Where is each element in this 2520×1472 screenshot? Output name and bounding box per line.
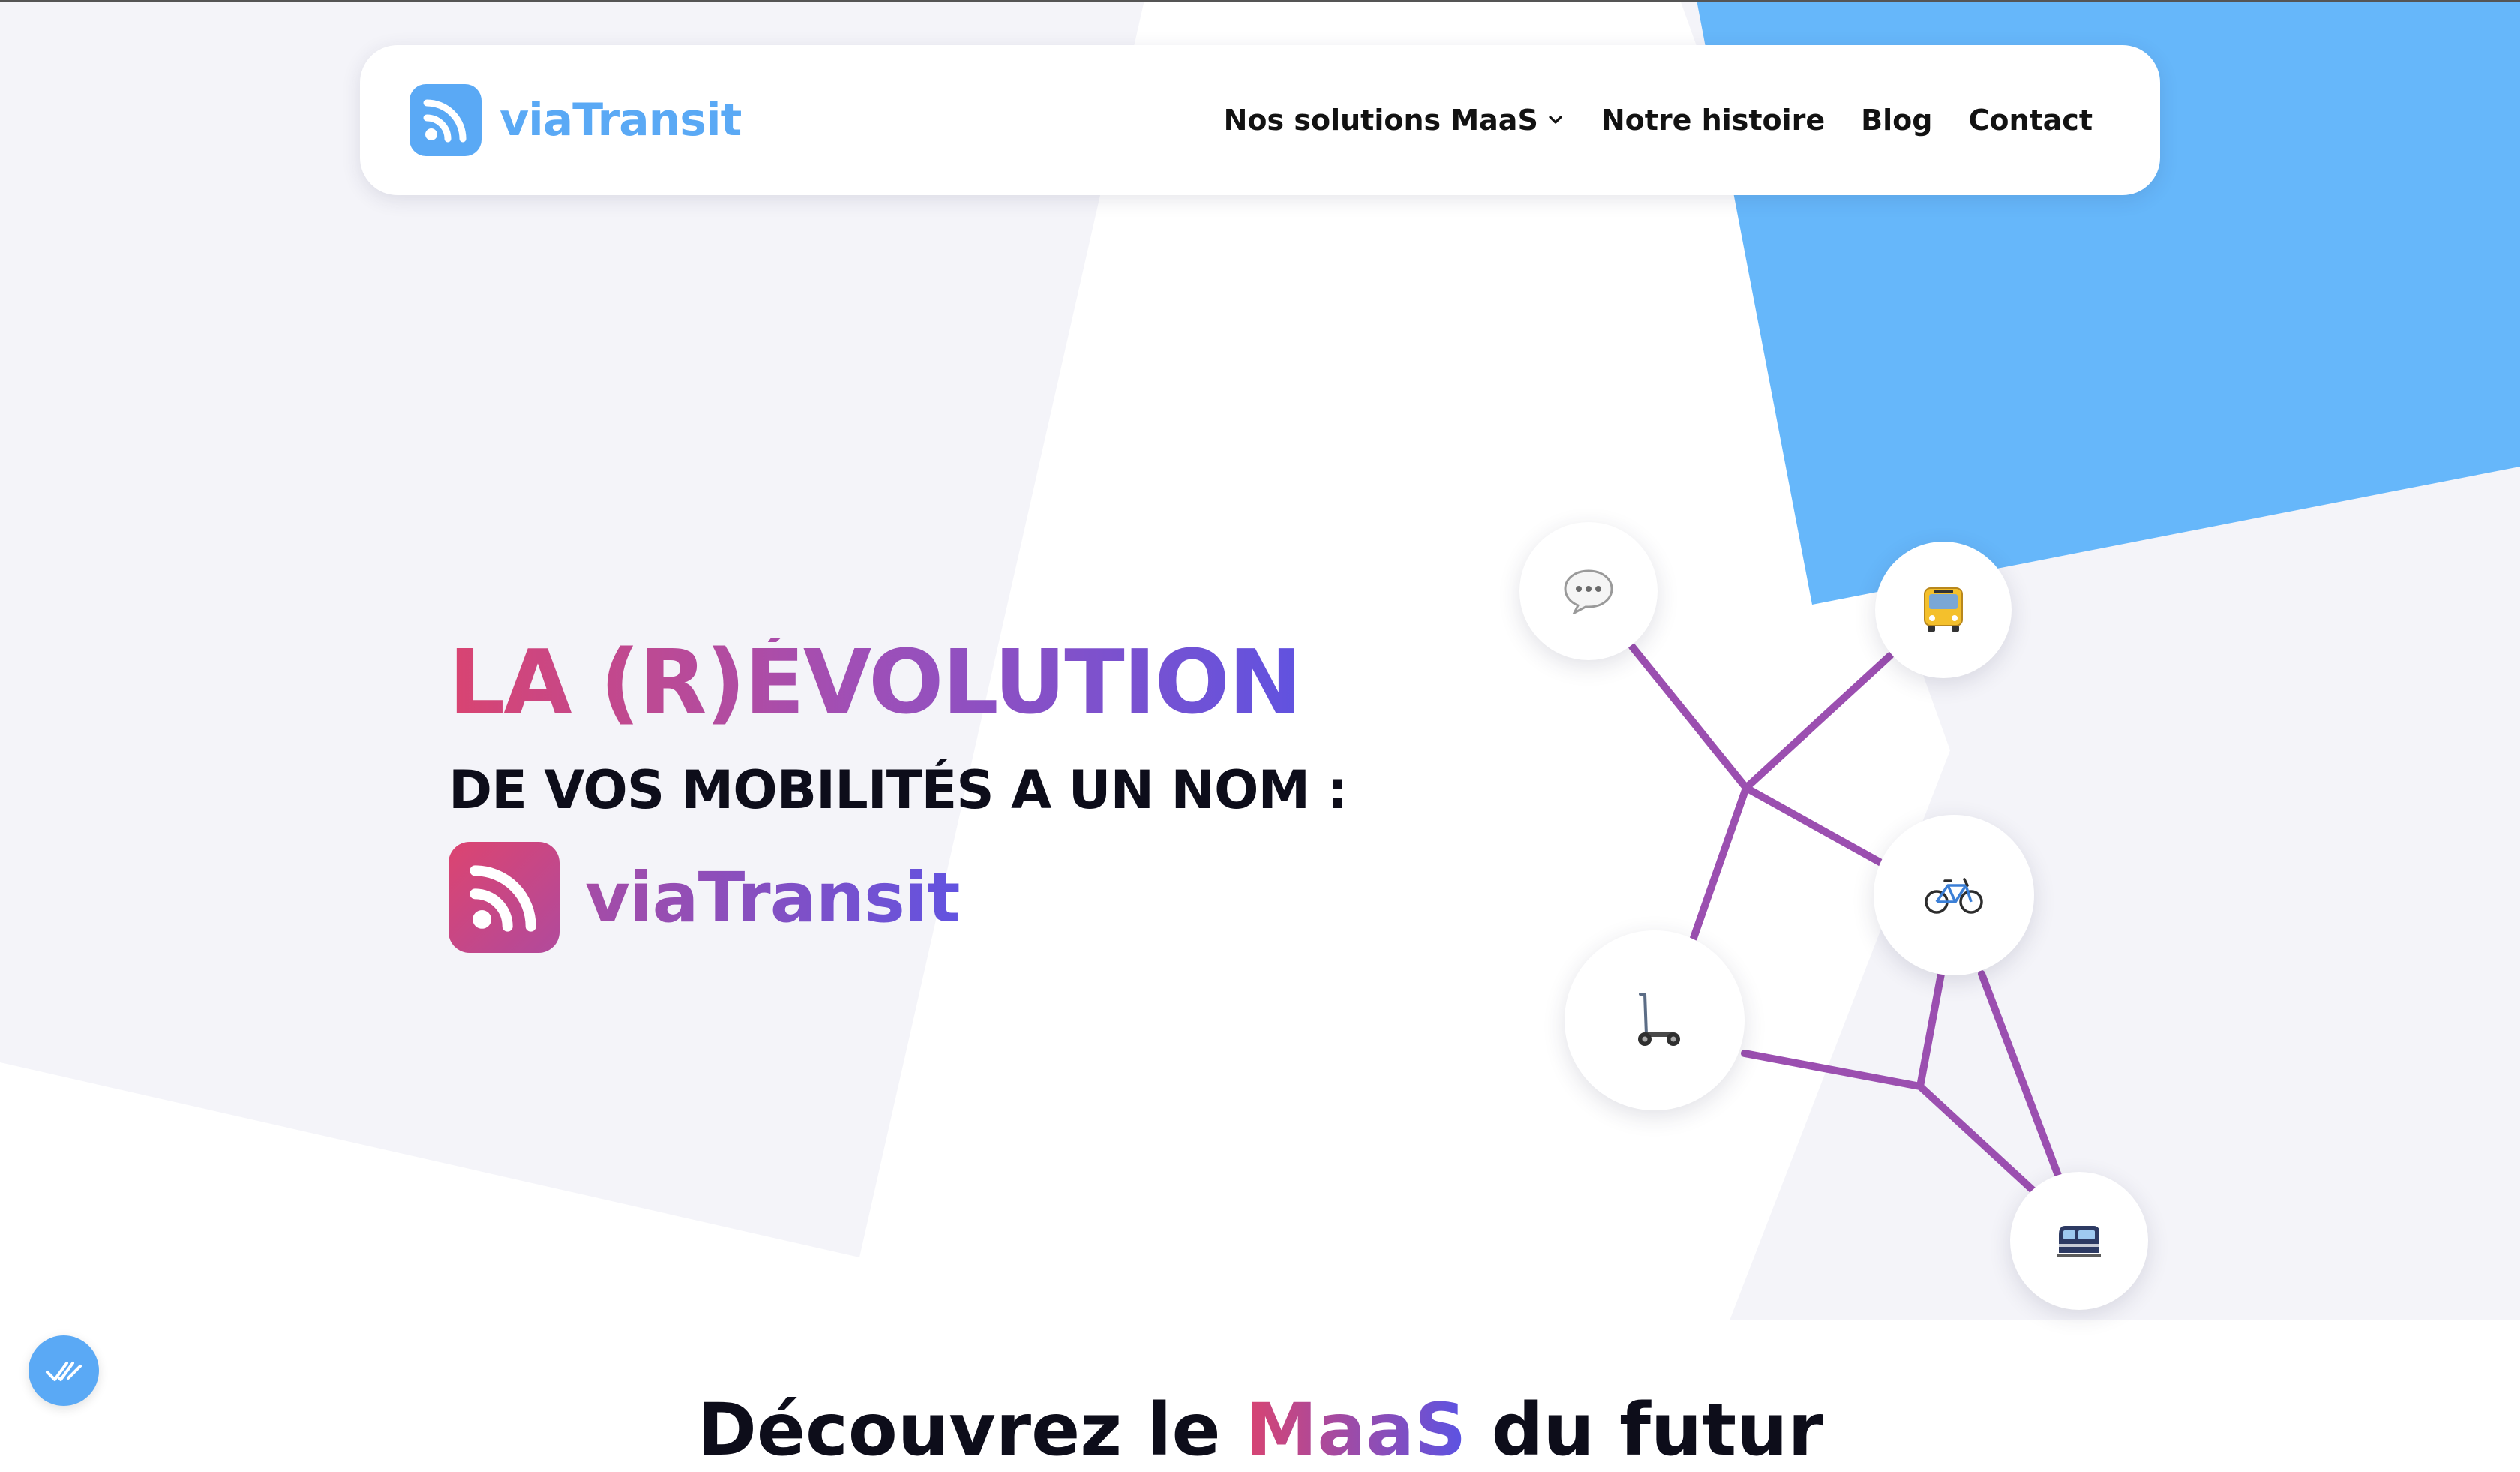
nav-solutions-maas[interactable]: Nos solutions MaaS [1224, 104, 1565, 137]
main-nav: Nos solutions MaaS Notre histoire Blog C… [1224, 104, 2092, 137]
hero-brand-name: viaTransit [585, 857, 960, 938]
chevron-down-icon [1549, 116, 1562, 124]
bicycle-icon [1924, 878, 1983, 914]
nav-contact-label: Contact [1968, 104, 2092, 137]
hero-section: LA (R)ÉVOLUTION DE VOS MOBILITÉS A UN NO… [448, 638, 1348, 953]
hero-title: LA (R)ÉVOLUTION [448, 638, 1348, 726]
floating-widget-button[interactable] [28, 1335, 99, 1406]
nav-notre-histoire[interactable]: Notre histoire [1601, 104, 1825, 137]
node-train [2010, 1172, 2148, 1310]
heading-accent: MaaS [1245, 1388, 1467, 1472]
brand-logo-link[interactable]: viaTransit [410, 84, 742, 156]
check-marks-icon [46, 1362, 82, 1381]
rss-logo-icon [448, 842, 560, 953]
window-top-border [0, 0, 2520, 2]
node-scooter [1564, 930, 1744, 1110]
hero-brand: viaTransit [448, 842, 1348, 953]
heading-end: du futur [1466, 1388, 1823, 1472]
node-bike [1874, 815, 2034, 975]
nav-blog[interactable]: Blog [1861, 104, 1932, 137]
bus-icon [1924, 587, 1963, 632]
heading-start: Découvrez le [697, 1388, 1246, 1472]
node-bus [1875, 542, 2012, 678]
rss-logo-icon [410, 84, 482, 156]
nav-blog-label: Blog [1861, 104, 1933, 137]
speech-bubble-icon [1564, 569, 1613, 614]
nav-solutions-label: Nos solutions MaaS [1223, 104, 1538, 137]
hero-subtitle: DE VOS MOBILITÉS A UN NOM : [448, 759, 1348, 821]
section-heading: Découvrez le MaaS du futur [0, 1388, 2520, 1472]
nav-contact[interactable]: Contact [1968, 104, 2092, 137]
nav-history-label: Notre histoire [1600, 104, 1826, 137]
kick-scooter-icon [1638, 993, 1680, 1046]
brand-name: viaTransit [500, 94, 742, 146]
node-chat [1520, 522, 1658, 660]
site-header: viaTransit Nos solutions MaaS Notre hist… [360, 45, 2160, 195]
train-icon [2057, 1226, 2101, 1257]
